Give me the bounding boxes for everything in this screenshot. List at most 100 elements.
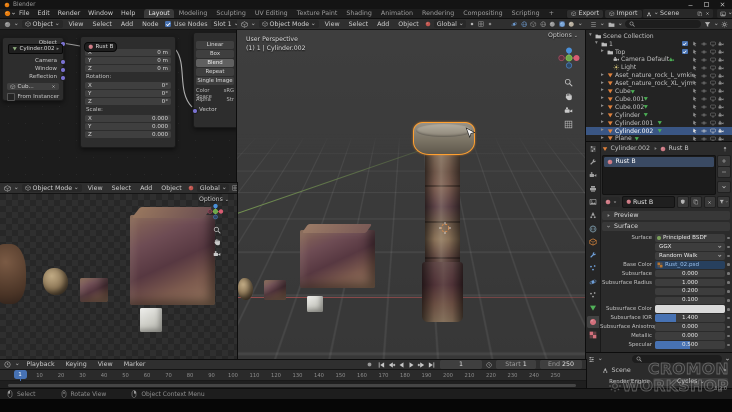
mode-selector[interactable]: Object Mode <box>21 183 82 193</box>
monitor-icon[interactable] <box>710 104 716 110</box>
timeline-menu-marker[interactable]: Marker <box>121 361 149 368</box>
properties-tab-output[interactable] <box>587 183 599 195</box>
menu-render[interactable]: Render <box>55 10 83 17</box>
properties-tab-render[interactable] <box>587 169 599 181</box>
timeline-menu-playback[interactable]: Playback <box>24 361 58 368</box>
from-instancer-checkbox[interactable] <box>7 92 15 101</box>
editor-type-icon[interactable] <box>4 184 11 192</box>
camera-icon[interactable] <box>718 104 724 110</box>
properties-tab-scene[interactable] <box>587 209 599 221</box>
transform-orientation-selector[interactable]: Global <box>433 19 467 29</box>
outliner-row-aset-nature-rock-l-vmkicct-li[interactable]: ▸ Aset_nature_rock_L_vmkicct_Li <box>586 72 732 79</box>
animate-dot[interactable] <box>727 343 730 347</box>
workspace-tab-scripting[interactable]: Scripting <box>508 9 544 18</box>
outliner-row-top[interactable]: ▸ Top <box>586 48 732 56</box>
transform-orientation-selector[interactable]: Global <box>196 183 230 193</box>
gear-icon[interactable] <box>721 21 728 28</box>
monitor-icon[interactable] <box>710 65 716 71</box>
property-field-subsurface[interactable]: 0.000 <box>655 269 725 278</box>
shader-menu-add[interactable]: Add <box>118 21 136 28</box>
properties-tab-constraints[interactable] <box>587 289 599 301</box>
preview-panel-header[interactable]: Preview <box>602 211 730 220</box>
material-slot-selected[interactable]: Rust B <box>604 157 714 167</box>
property-field-option-7[interactable]: 0.100 <box>655 296 725 305</box>
auto-keyframe-icon[interactable] <box>366 361 373 368</box>
shading-rendered-icon[interactable] <box>568 21 575 28</box>
mapping-location-y[interactable]: Y 0 m <box>85 57 171 65</box>
animate-dot[interactable] <box>727 254 730 258</box>
slot-selector[interactable]: Slot 1 <box>210 19 237 29</box>
render-engine-selector[interactable]: Cycles <box>653 377 728 386</box>
menu-help[interactable]: Help <box>118 10 138 17</box>
animate-dot[interactable] <box>727 334 730 338</box>
editor-type-icon[interactable] <box>588 356 595 363</box>
camera-icon[interactable] <box>718 88 724 94</box>
mapping-rotation-z[interactable]: Z 0° <box>85 98 171 106</box>
properties-tab-world[interactable] <box>587 223 599 235</box>
workspace-tab-animation[interactable]: Animation <box>377 9 417 18</box>
outliner-row-camera-default[interactable]: Camera Default <box>586 56 732 63</box>
mapping-scale-z[interactable]: Z 0.000 <box>85 131 171 139</box>
display-mode-icon[interactable] <box>608 21 615 28</box>
mapping-rotation-x[interactable]: X 0° <box>85 82 171 90</box>
disclosure-arrow[interactable]: ▸ <box>601 80 604 86</box>
scene-breadcrumb[interactable]: Scene <box>612 367 631 374</box>
options-dropdown[interactable]: Options ⌄ <box>548 32 578 39</box>
outliner-row-cube-002[interactable]: ▸ Cube.002 <box>586 103 732 111</box>
collection-checkbox[interactable] <box>682 48 688 55</box>
render-viewport-menu-view[interactable]: View <box>85 185 106 192</box>
property-field-specular[interactable]: 0.500 <box>655 341 725 349</box>
browse-material-button[interactable] <box>602 197 620 207</box>
eye-icon[interactable] <box>700 96 707 102</box>
animate-dot[interactable] <box>727 236 730 240</box>
render-viewport-menu-object[interactable]: Object <box>158 185 185 192</box>
pointer-icon[interactable] <box>692 96 698 102</box>
jump-to-end-button[interactable] <box>427 361 436 369</box>
viewport-menu-object[interactable]: Object <box>395 21 422 28</box>
proportional-editing-icon[interactable] <box>487 21 493 27</box>
camera-view-icon[interactable] <box>564 106 573 115</box>
gizmo-toggle-icon[interactable] <box>511 21 518 28</box>
properties-tab-object-data[interactable] <box>587 302 599 314</box>
snap-toggle-icon[interactable] <box>232 185 237 191</box>
image-node-single-image-button[interactable]: Single Image <box>196 77 234 85</box>
rock-cluster-left[interactable] <box>0 244 26 304</box>
mapping-node[interactable]: X0 mY0 mZ0 m Rotation: X 0° Y 0° Z 0° Scale: X 0.0… <box>80 36 176 148</box>
property-field-subsurface-color[interactable] <box>655 305 725 314</box>
outliner-row-1[interactable]: ▾ 1 <box>586 40 732 48</box>
render-viewport-menu-select[interactable]: Select <box>109 185 134 192</box>
disclosure-arrow[interactable]: ▸ <box>601 103 604 109</box>
import-button[interactable]: Import <box>604 9 643 18</box>
cylinder-base-object[interactable] <box>422 262 463 322</box>
mapping-scale-x[interactable]: X 0.000 <box>85 115 171 123</box>
monitor-icon[interactable] <box>710 96 716 102</box>
eye-icon[interactable] <box>700 49 707 55</box>
camera-icon[interactable] <box>718 41 724 47</box>
outliner-row-cylinder[interactable]: ▸ Cylinder <box>586 111 732 119</box>
current-frame-field[interactable]: 1 <box>440 360 482 369</box>
timeline-track-area[interactable] <box>0 381 586 388</box>
property-field-metallic[interactable]: 0.000 <box>655 332 725 340</box>
minimize-button[interactable] <box>687 1 694 8</box>
animate-dot[interactable] <box>727 263 730 267</box>
timeline-menu-keying[interactable]: Keying <box>63 361 90 368</box>
vector-input-socket[interactable] <box>191 108 198 114</box>
export-button[interactable]: Export <box>565 9 605 18</box>
play-backwards-button[interactable] <box>397 361 406 369</box>
disclosure-arrow[interactable]: ▸ <box>601 95 604 101</box>
eye-icon[interactable] <box>700 128 707 134</box>
image-texture-node[interactable]: Linear Box Blend Repeat Single Image Color Sp… <box>191 32 237 128</box>
monitor-icon[interactable] <box>710 41 716 47</box>
monitor-icon[interactable] <box>710 73 716 79</box>
mapping-scale-y[interactable]: Y 0.000 <box>85 123 171 131</box>
node-graph-area[interactable]: Object Camera Window Reflection Cub... F… <box>0 30 237 183</box>
workspace-tab-uv-editing[interactable]: UV Editing <box>251 9 292 18</box>
navigation-gizmo[interactable] <box>206 202 225 221</box>
image-node-repeat-button[interactable]: Repeat <box>196 68 234 76</box>
pointer-icon[interactable] <box>692 49 698 55</box>
eye-icon[interactable] <box>700 88 707 94</box>
eye-icon[interactable] <box>700 57 707 63</box>
monitor-icon[interactable] <box>710 49 716 55</box>
white-cube-object[interactable] <box>140 308 162 332</box>
navigation-gizmo[interactable] <box>556 45 582 71</box>
